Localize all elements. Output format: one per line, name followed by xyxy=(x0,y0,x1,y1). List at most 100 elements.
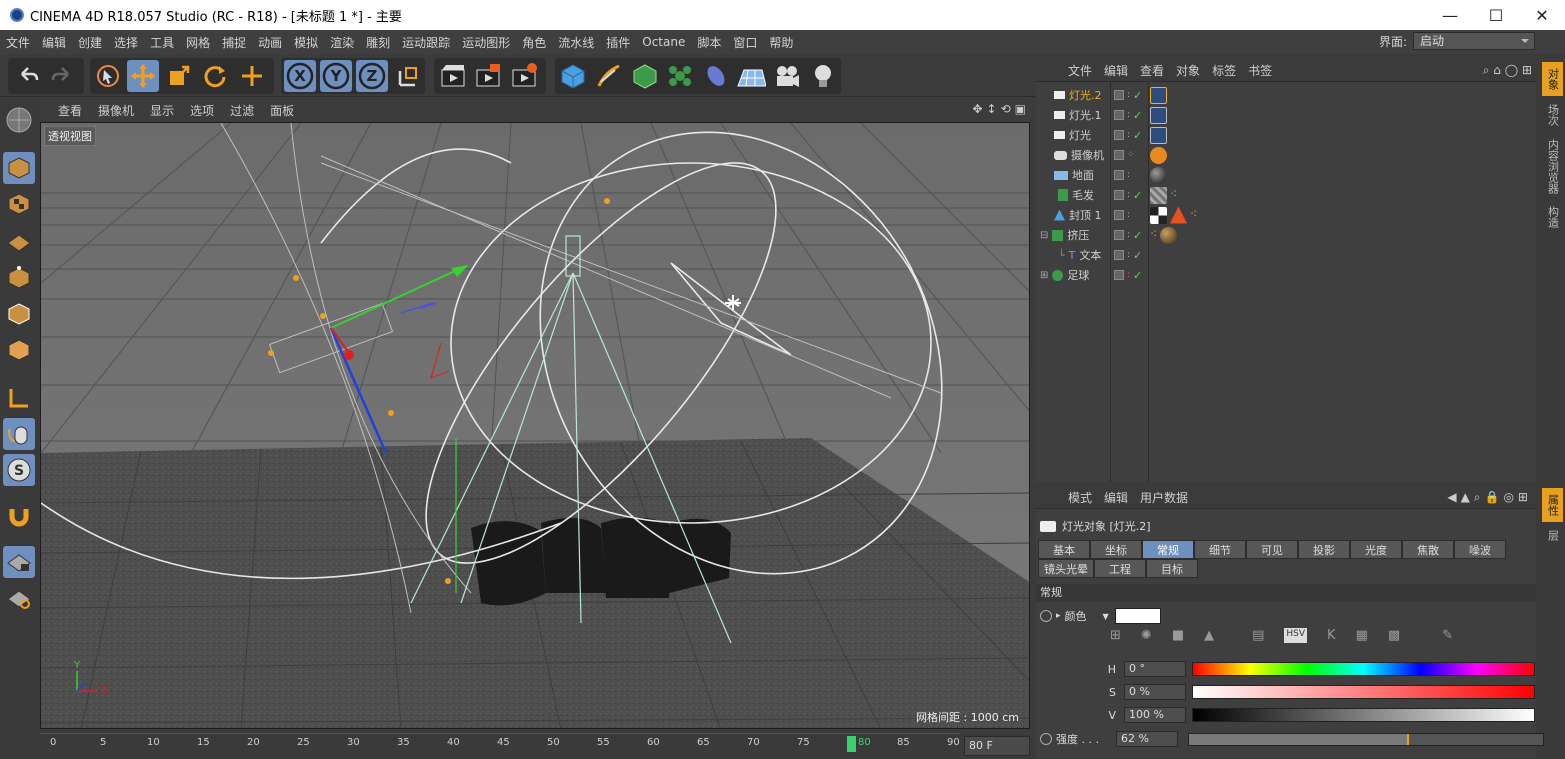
am-menu-user-data[interactable]: 用户数据 xyxy=(1134,489,1194,506)
menu-render[interactable]: 渲染 xyxy=(324,34,360,51)
pen-spline-icon[interactable] xyxy=(593,60,625,92)
close-button[interactable]: ✕ xyxy=(1519,0,1565,30)
toggle-view-icon[interactable]: ▣ xyxy=(1015,102,1026,116)
tab-visibility[interactable]: 可见 xyxy=(1246,540,1298,559)
object-row[interactable]: 灯光.1 : ✓ xyxy=(1036,105,1536,125)
points-mode-icon[interactable] xyxy=(3,262,35,294)
rgb-mode-icon[interactable]: ▤ xyxy=(1252,628,1264,643)
om-menu-bookmarks[interactable]: 书签 xyxy=(1242,62,1278,79)
object-row[interactable]: 毛发 : ✓ ⁖ xyxy=(1036,185,1536,205)
tab-details[interactable]: 细节 xyxy=(1194,540,1246,559)
recent-tool-icon[interactable] xyxy=(236,60,268,92)
menu-octane[interactable]: Octane xyxy=(636,35,691,49)
object-row[interactable]: 封顶 1 : ⁖ xyxy=(1036,205,1536,225)
menu-help[interactable]: 帮助 xyxy=(763,34,799,51)
y-axis-lock-button[interactable]: Y xyxy=(320,60,352,92)
rotate-view-icon[interactable]: ⟲ xyxy=(1001,102,1011,116)
value-slider[interactable] xyxy=(1192,708,1535,722)
menu-motion-tracking[interactable]: 运动跟踪 xyxy=(396,34,456,51)
tab-basic[interactable]: 基本 xyxy=(1038,540,1090,559)
tab-general[interactable]: 常规 xyxy=(1142,540,1194,559)
saturation-field[interactable]: 0 % xyxy=(1124,684,1186,700)
redo-button[interactable] xyxy=(46,60,78,92)
color-swatch[interactable] xyxy=(1114,608,1161,624)
menu-edit[interactable]: 编辑 xyxy=(36,34,72,51)
intensity-field[interactable]: 62 % xyxy=(1116,731,1178,747)
menu-snap[interactable]: 捕捉 xyxy=(216,34,252,51)
viewport-menu-options[interactable]: 选项 xyxy=(182,102,222,119)
color-image-icon[interactable]: ▲ xyxy=(1204,628,1214,643)
object-row[interactable]: 灯光 : ✓ xyxy=(1036,125,1536,145)
tab-takes[interactable]: 场次 xyxy=(1542,98,1563,132)
object-row[interactable]: ⊞ 足球 : ✓ xyxy=(1036,265,1536,285)
color-spectrum-icon[interactable]: ⊞ xyxy=(1110,628,1121,643)
kelvin-mode-icon[interactable]: K xyxy=(1327,628,1336,643)
menu-plugins[interactable]: 插件 xyxy=(600,34,636,51)
hair-material-tag-icon[interactable] xyxy=(1150,186,1167,204)
tab-noise[interactable]: 噪波 xyxy=(1454,540,1506,559)
workplane-rotate-icon[interactable] xyxy=(3,582,35,614)
z-axis-lock-button[interactable]: Z xyxy=(356,60,388,92)
render-view-icon[interactable] xyxy=(437,60,469,92)
viewport-menu-camera[interactable]: 摄像机 xyxy=(90,102,142,119)
tab-objects[interactable]: 对象 xyxy=(1542,62,1563,96)
floor-icon[interactable] xyxy=(735,60,767,92)
axis-mode-icon[interactable] xyxy=(3,382,35,414)
tab-project[interactable]: 工程 xyxy=(1094,559,1146,578)
om-menu-edit[interactable]: 编辑 xyxy=(1098,62,1134,79)
tag-dots-icon[interactable]: ⁖ xyxy=(1170,187,1177,204)
material-tag-icon[interactable] xyxy=(1160,226,1178,244)
viewport-menu-display[interactable]: 显示 xyxy=(142,102,182,119)
menu-character[interactable]: 角色 xyxy=(516,34,552,51)
x-axis-lock-button[interactable]: X xyxy=(284,60,316,92)
render-to-picture-viewer-icon[interactable] xyxy=(472,60,504,92)
color-wheel-icon[interactable]: ✺ xyxy=(1141,628,1152,643)
viewport-menu-filter[interactable]: 过滤 xyxy=(222,102,262,119)
menu-select[interactable]: 选择 xyxy=(108,34,144,51)
make-editable-icon[interactable] xyxy=(3,104,35,136)
cube-primitive-icon[interactable] xyxy=(557,60,589,92)
hue-slider[interactable] xyxy=(1192,662,1535,676)
tab-shadow[interactable]: 投影 xyxy=(1298,540,1350,559)
om-search-icon[interactable]: ⌕ ⌂ ◯ ⊞ xyxy=(1483,63,1536,78)
protection-tag-icon[interactable] xyxy=(1150,146,1167,164)
checker-tag-icon[interactable] xyxy=(1150,206,1167,224)
light-target-tag-icon[interactable] xyxy=(1150,126,1167,144)
timeline[interactable]: 0 5 10 15 20 25 30 35 40 45 50 55 60 65 … xyxy=(40,730,960,759)
menu-file[interactable]: 文件 xyxy=(0,34,36,51)
undo-button[interactable] xyxy=(12,60,44,92)
magnet-icon[interactable] xyxy=(3,500,35,532)
tab-photometric[interactable]: 光度 xyxy=(1350,540,1402,559)
menu-create[interactable]: 创建 xyxy=(72,34,108,51)
object-row[interactable]: ⊟ 挤压 : ✓ ⁖ xyxy=(1036,225,1536,245)
cloner-icon[interactable] xyxy=(664,60,696,92)
dolly-view-icon[interactable]: ↕ xyxy=(987,102,997,116)
am-menu-mode[interactable]: 模式 xyxy=(1062,489,1098,506)
tab-coordinates[interactable]: 坐标 xyxy=(1090,540,1142,559)
playhead[interactable] xyxy=(847,736,856,752)
locked-workplane-icon[interactable] xyxy=(3,546,35,578)
render-settings-icon[interactable] xyxy=(508,60,540,92)
tweak-mode-icon[interactable] xyxy=(3,418,35,450)
model-mode-icon[interactable] xyxy=(3,152,35,184)
om-menu-view[interactable]: 查看 xyxy=(1134,62,1170,79)
menu-mesh[interactable]: 网格 xyxy=(180,34,216,51)
workplane-mode-icon[interactable] xyxy=(3,224,35,256)
om-menu-tags[interactable]: 标签 xyxy=(1206,62,1242,79)
rotate-tool-icon[interactable] xyxy=(199,60,231,92)
tab-content-browser[interactable]: 内容浏览器 xyxy=(1542,134,1563,198)
am-menu-edit[interactable]: 编辑 xyxy=(1098,489,1134,506)
phong-tag-icon[interactable] xyxy=(1170,206,1187,224)
tab-structure[interactable]: 构造 xyxy=(1542,200,1563,234)
object-row[interactable]: 摄像机 ⁘ xyxy=(1036,145,1536,165)
coordinate-system-icon[interactable] xyxy=(392,60,424,92)
tab-layers[interactable]: 层 xyxy=(1542,524,1563,546)
object-row[interactable]: 灯光.2 : ✓ xyxy=(1036,85,1536,105)
value-field[interactable]: 100 % xyxy=(1124,707,1186,723)
saturation-slider[interactable] xyxy=(1192,685,1535,699)
intensity-slider[interactable] xyxy=(1188,732,1544,746)
am-nav-icons[interactable]: ◀▲⌕🔒◎⊞ xyxy=(1447,490,1536,505)
color-swatch-mode-icon[interactable]: ■ xyxy=(1172,628,1184,643)
hsv-mode-icon[interactable]: HSV xyxy=(1284,628,1308,643)
maximize-button[interactable]: ☐ xyxy=(1473,0,1519,30)
